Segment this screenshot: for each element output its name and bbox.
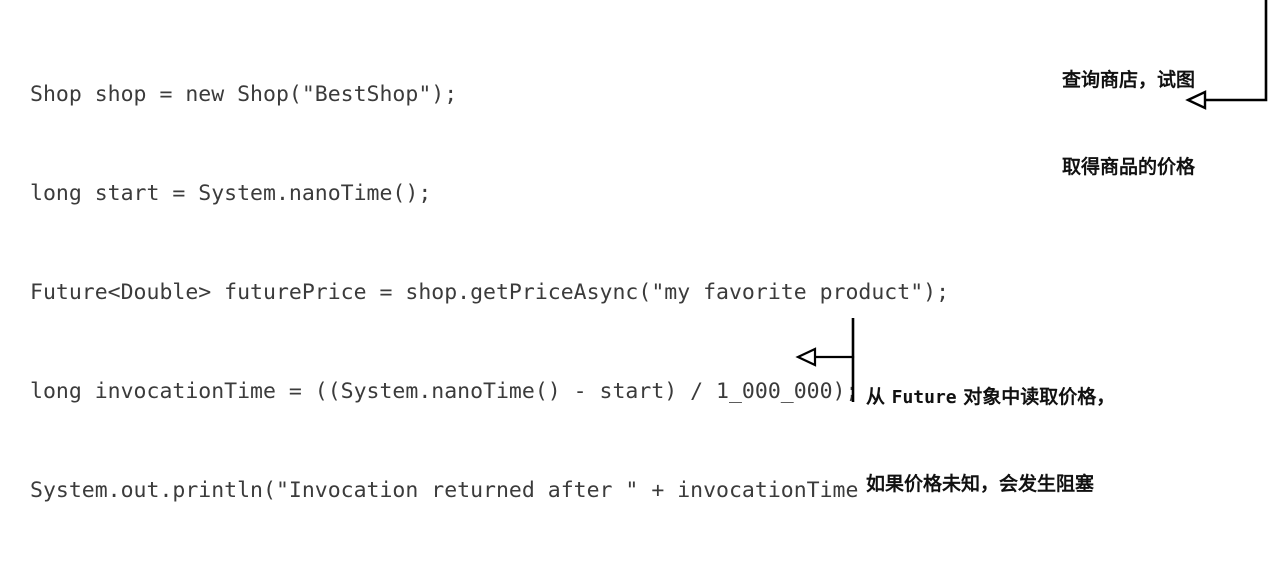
annotation-code-token: Future <box>891 387 957 408</box>
code-line: Future<Double> futurePrice = shop.getPri… <box>30 280 950 305</box>
annotation-line: 从 Future 对象中读取价格， <box>866 383 1115 412</box>
annotation-callout-query-shop: 查询商店，试图 取得商品的价格 <box>1062 8 1195 240</box>
annotation-line: 查询商店，试图 <box>1062 69 1196 91</box>
annotation-line: 取得商品的价格 <box>1062 156 1196 178</box>
annotation-text-suffix: 对象中读取价格， <box>956 386 1116 408</box>
annotation-text-prefix: 从 <box>866 386 892 408</box>
annotation-callout-future-get: 从 Future 对象中读取价格， 如果价格未知，会发生阻塞 <box>866 325 1115 557</box>
annotation-line: 如果价格未知，会发生阻塞 <box>866 473 1095 495</box>
code-figure-page: Shop shop = new Shop("BestShop"); long s… <box>0 0 1280 575</box>
